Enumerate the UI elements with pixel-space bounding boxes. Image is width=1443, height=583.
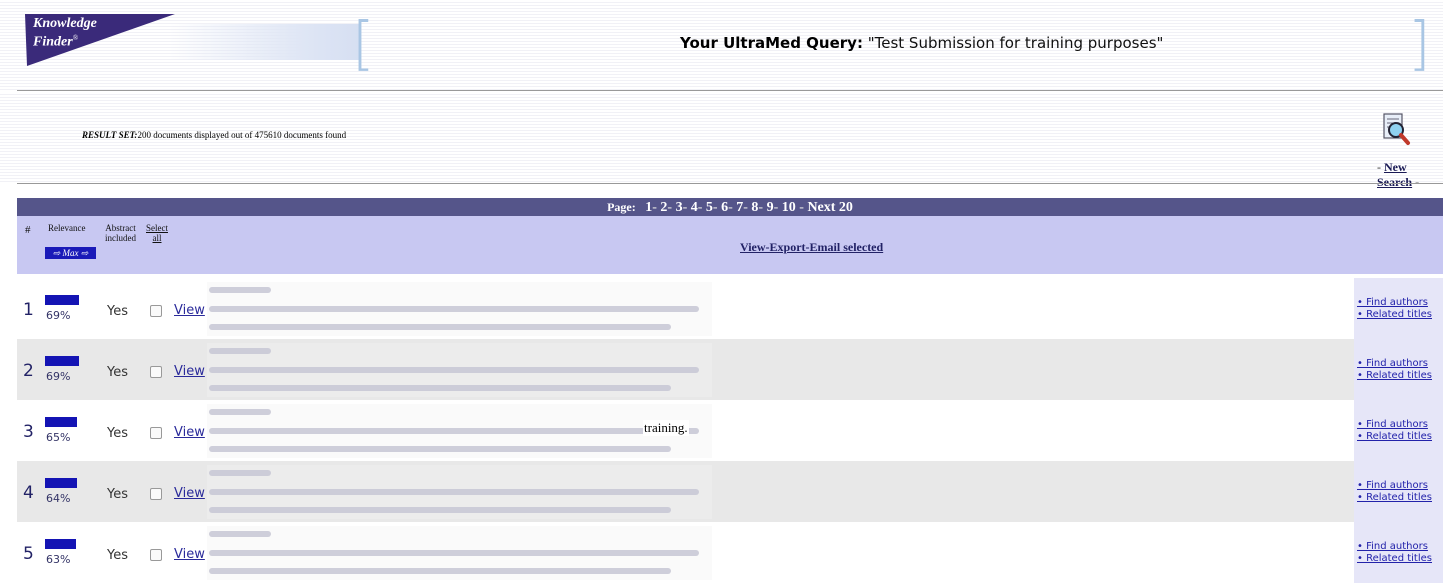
view-link[interactable]: View [174,486,205,501]
header-band: Knowledge Finder® [ Your UltraMed Query:… [0,0,1443,90]
result-number: 2 [23,361,34,381]
abstract-included-value: Yes [107,487,128,502]
logo-text: Knowledge Finder® [33,17,97,50]
view-link[interactable]: View [174,425,205,440]
result-set-summary: RESULT SET:200 documents displayed out o… [82,130,346,140]
relevance-percent: 65% [46,431,71,444]
query-label: Your UltraMed Query: [680,34,863,52]
dash-left: - [1377,160,1381,174]
page-link-3[interactable]: 3 [676,200,683,215]
citation-blurred [207,282,712,336]
result-links-cell: • Find authors • Related titles [1354,400,1443,461]
relevance-percent: 63% [46,553,71,566]
result-row: 1 69% Yes View • Find authors • Related title… [17,278,1443,339]
citation-blurred [207,526,712,580]
col-abstract-header: Abstract included [105,223,136,243]
relevance-percent: 69% [46,309,71,322]
citation-blurred [207,465,712,519]
relevance-bar [45,356,79,366]
view-link[interactable]: View [174,364,205,379]
select-all-line1: Select [146,223,168,233]
relevance-percent: 69% [46,370,71,383]
related-titles-link[interactable]: • Related titles [1354,492,1443,504]
right-bracket-decor: ] [1408,9,1431,77]
result-set-divider [17,183,1443,184]
relevance-percent: 64% [46,492,71,505]
citation-blurred: training. [207,404,712,458]
col-abstract-line1: Abstract [105,223,136,233]
select-checkbox[interactable] [150,366,162,378]
result-number: 1 [23,300,34,320]
result-links-cell: • Find authors • Related titles [1354,461,1443,522]
dash-right: - [1415,175,1420,189]
result-row: 5 63% Yes View • Find authors • Related title… [17,522,1443,583]
new-search-link[interactable]: New Search [1377,160,1412,189]
sort-max-button[interactable]: ⇨ Max ⇨ [45,247,96,259]
result-links-cell: • Find authors • Related titles [1354,278,1443,339]
logo-mark: ® [72,34,79,42]
related-titles-link[interactable]: • Related titles [1354,309,1443,321]
select-checkbox[interactable] [150,305,162,317]
header-divider [17,90,1443,91]
new-search-icon[interactable] [1381,112,1411,146]
citation-visible-word: training. [643,420,689,436]
find-authors-link[interactable]: • Find authors [1354,358,1443,370]
result-row: 2 69% Yes View • Find authors • Related title… [17,339,1443,400]
result-set-label: RESULT SET: [82,130,138,140]
page-link-4[interactable]: 4 [691,200,698,215]
page-label: Page: [607,200,636,214]
find-authors-link[interactable]: • Find authors [1354,297,1443,309]
find-authors-link[interactable]: • Find authors [1354,480,1443,492]
logo-line2: Finder [33,34,73,50]
result-links-cell: • Find authors • Related titles [1354,522,1443,583]
result-number: 3 [23,422,34,442]
col-abstract-line2: included [105,233,136,243]
relevance-bar [45,478,77,488]
relevance-bar [45,295,79,305]
result-links-cell: • Find authors • Related titles [1354,339,1443,400]
abstract-included-value: Yes [107,365,128,380]
select-all-line2: all [152,233,162,243]
knowledge-finder-logo[interactable]: Knowledge Finder® [25,14,175,66]
page-link-5[interactable]: 5 [706,200,713,215]
select-checkbox[interactable] [150,549,162,561]
view-link[interactable]: View [174,303,205,318]
result-set-text: 200 documents displayed out of 475610 do… [137,130,347,140]
new-search-link-wrap: - New Search - [1377,160,1443,190]
next-20-link[interactable]: Next 20 [807,200,853,215]
page-link-9[interactable]: 9 [767,200,774,215]
result-set-band: RESULT SET:200 documents displayed out o… [0,92,1443,189]
result-number: 5 [23,544,34,564]
header-decor-bar [170,24,360,60]
select-checkbox[interactable] [150,427,162,439]
view-link[interactable]: View [174,547,205,562]
select-checkbox[interactable] [150,488,162,500]
relevance-bar [45,539,76,549]
col-number-header: # [25,224,31,236]
related-titles-link[interactable]: • Related titles [1354,553,1443,565]
related-titles-link[interactable]: • Related titles [1354,431,1443,443]
abstract-included-value: Yes [107,426,128,441]
view-export-email-link[interactable]: View-Export-Email selected [740,240,883,255]
relevance-bar [45,417,77,427]
citation-blurred [207,343,712,397]
find-authors-link[interactable]: • Find authors [1354,541,1443,553]
find-authors-link[interactable]: • Find authors [1354,419,1443,431]
result-row: 4 64% Yes View • Find authors • Related title… [17,461,1443,522]
select-all-link[interactable]: Select all [146,223,168,243]
abstract-included-value: Yes [107,548,128,563]
query-text: "Test Submission for training purposes" [867,34,1164,52]
pagination-bar: Page: 1- 2- 3- 4- 5- 6- 7- 8- 9- 10 - Ne… [17,198,1443,216]
result-row: 3 65% Yes View training. • Find authors • Rela… [17,400,1443,461]
query-title: Your UltraMed Query: "Test Submission fo… [680,34,1163,52]
results-column-header: # Relevance ⇨ Max ⇨ Abstract included Se… [17,216,1443,274]
page-link-10[interactable]: 10 [782,200,796,215]
related-titles-link[interactable]: • Related titles [1354,370,1443,382]
logo-line1: Knowledge [33,16,97,31]
left-bracket-decor: [ [352,9,375,77]
col-relevance-header: Relevance [48,223,86,233]
abstract-included-value: Yes [107,304,128,319]
result-number: 4 [23,483,34,503]
